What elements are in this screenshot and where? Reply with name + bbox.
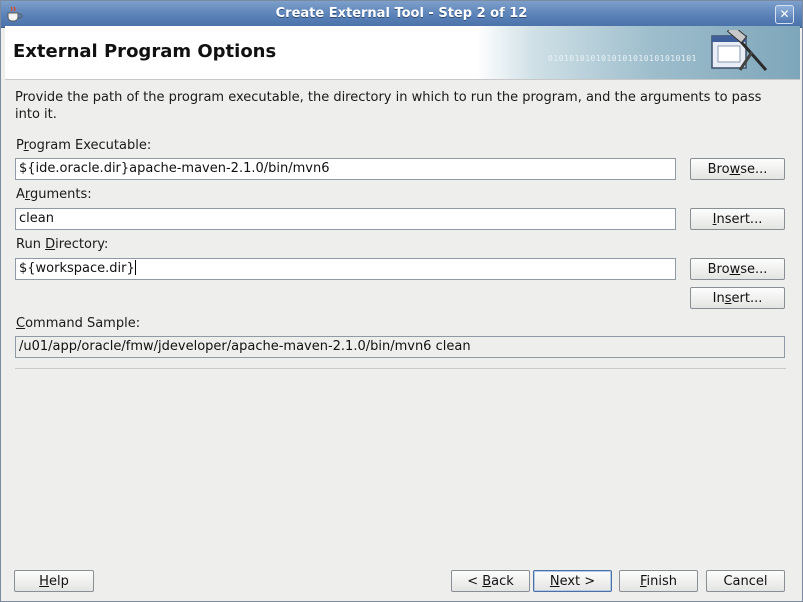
program-executable-input[interactable]: ${ide.oracle.dir}apache-maven-2.1.0/bin/… [15,158,676,180]
step-description: Provide the path of the program executab… [15,90,762,122]
help-button[interactable]: Help [14,570,94,592]
back-button[interactable]: < Back [451,570,530,592]
run-directory-label: Run Directory: [16,237,109,252]
text-cursor [134,260,136,275]
header-graphic: 0101010101010101010101010101 [476,26,800,79]
external-tool-icon [711,30,768,71]
close-window-button[interactable]: ✕ [775,5,794,24]
arguments-label: Arguments: [16,187,92,202]
wizard-header: External Program Options 010101010101010… [5,26,800,80]
close-icon: ✕ [779,7,790,21]
next-button[interactable]: Next > [533,570,612,592]
insert-arguments-button[interactable]: Insert... [690,208,785,230]
finish-button[interactable]: Finish [619,570,698,592]
title-bar[interactable]: Create External Tool - Step 2 of 12 ✕ [1,1,802,28]
arguments-input[interactable]: clean [15,208,676,230]
binary-pattern: 0101010101010101010101010101 [548,54,697,63]
run-directory-input[interactable]: ${workspace.dir} [15,258,676,280]
command-sample-display: /u01/app/oracle/fmw/jdeveloper/apache-ma… [15,336,785,358]
browse-directory-button[interactable]: Browse... [690,258,785,280]
window-title: Create External Tool - Step 2 of 12 [275,6,528,21]
create-external-tool-dialog: Create External Tool - Step 2 of 12 ✕ Ex… [0,0,803,602]
insert-directory-button[interactable]: Insert... [690,287,785,309]
command-sample-label: Command Sample: [16,316,141,331]
cancel-button[interactable]: Cancel [706,570,785,592]
content-divider [15,368,786,369]
program-executable-label: Program Executable: [16,138,152,153]
page-title: External Program Options [13,41,277,62]
browse-executable-button[interactable]: Browse... [690,158,785,180]
